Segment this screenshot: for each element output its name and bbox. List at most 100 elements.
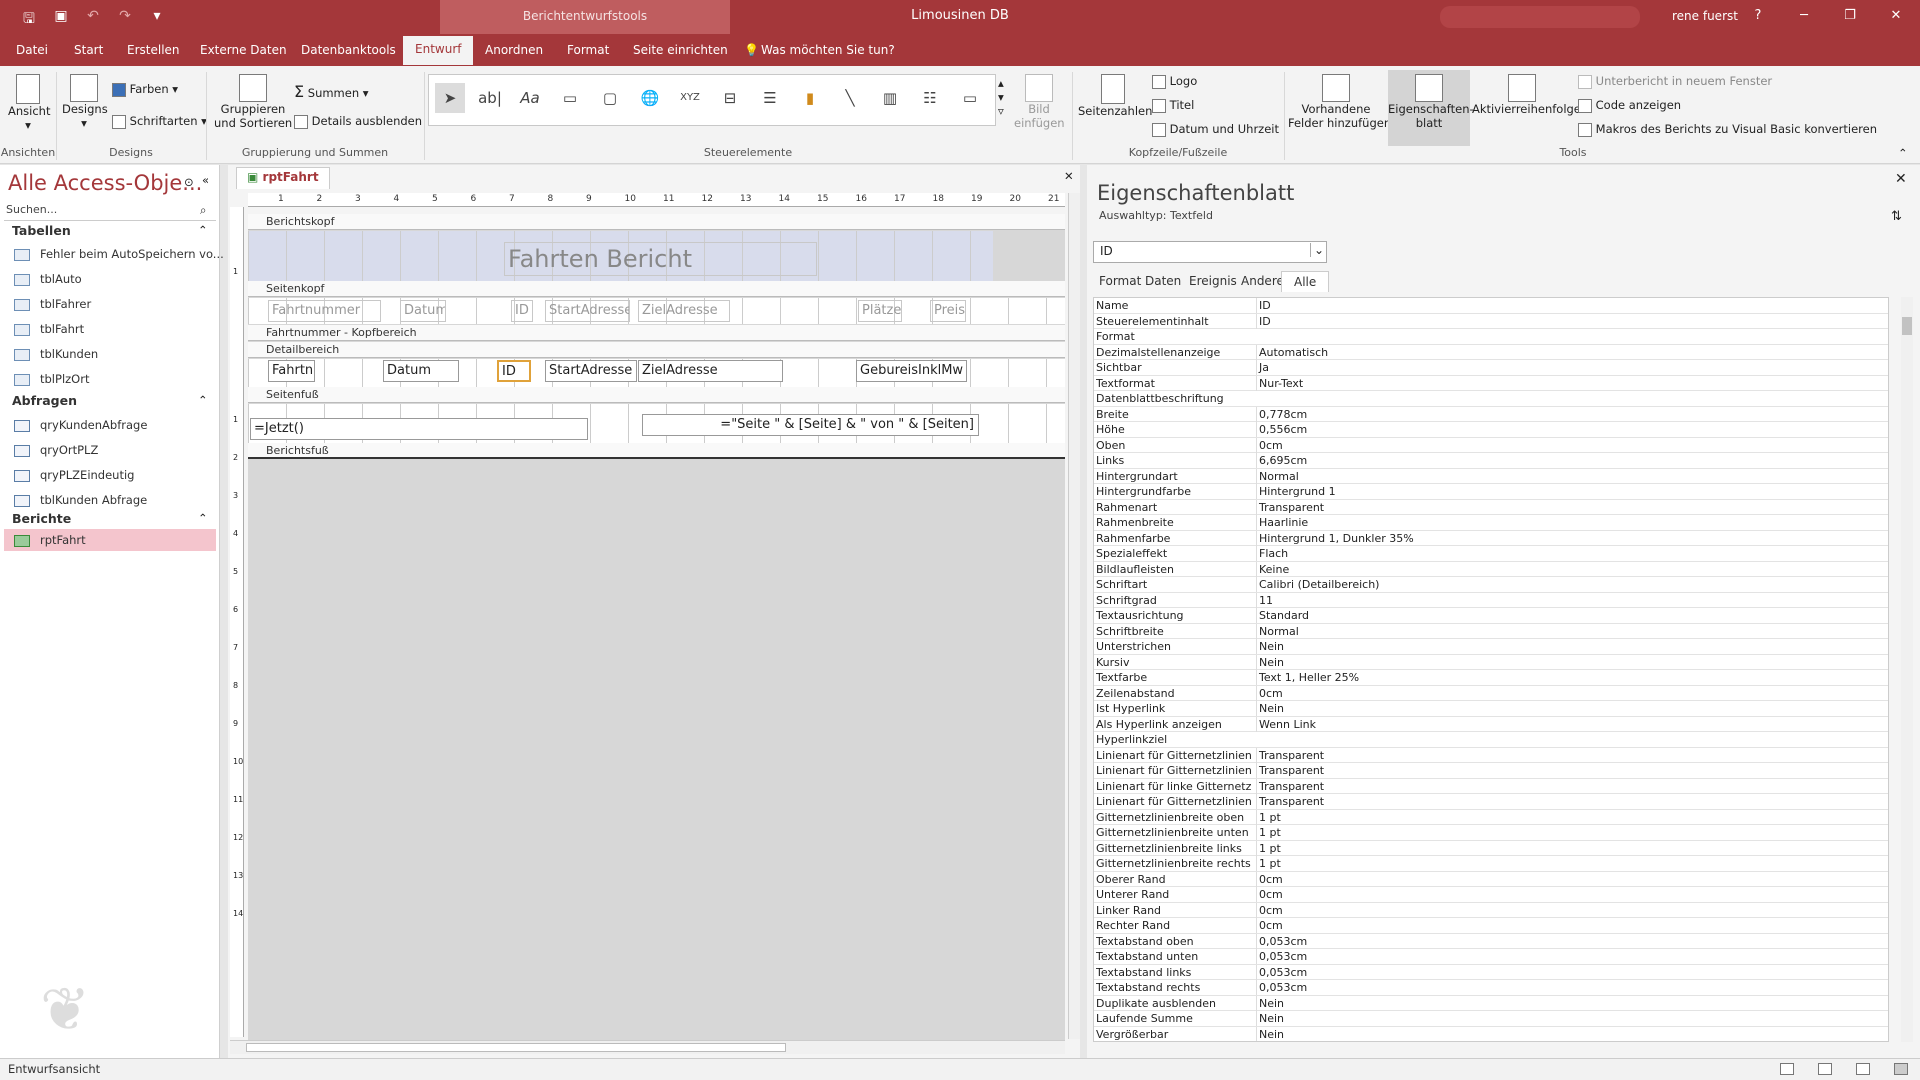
gallery-scroll-icon[interactable]: ▴ ▾ ▿ [998,76,1004,118]
property-value[interactable]: 1 pt [1256,856,1876,871]
tell-me-box[interactable]: Was möchten Sie tun? [761,40,895,60]
property-value[interactable]: 6,695cm [1256,453,1876,468]
option-group-icon[interactable]: XYZ [675,83,705,113]
select-pointer-icon[interactable]: ➤ [435,83,465,113]
horizontal-scrollbar[interactable] [230,1040,1065,1054]
property-row[interactable]: Gitternetzlinienbreite oben 1 pt [1094,809,1888,825]
tab-control-icon[interactable]: ▢ [595,83,625,113]
header-label-datum[interactable]: Datum [400,300,446,322]
nav-item-query[interactable]: qryPLZEindeutig [14,468,134,482]
tab-seite-einrichten[interactable]: Seite einrichten [633,40,728,60]
property-row[interactable]: Textabstand oben 0,053cm [1094,933,1888,949]
schriftarten-button[interactable]: Schriftarten ▾ [112,114,207,129]
property-row[interactable]: Linienart für Gitternetzlinien o Transpar… [1094,747,1888,763]
property-row[interactable]: Kursiv Nein [1094,654,1888,670]
property-scrollbar[interactable] [1901,297,1913,1042]
property-row[interactable]: Hintergrundart Normal [1094,468,1888,484]
makros-konvertieren-button[interactable]: Makros des Berichts zu Visual Basic konv… [1578,122,1877,137]
property-row[interactable]: Linienart für Gitternetzlinien re Transpa… [1094,794,1888,810]
property-value[interactable]: Transparent [1256,778,1876,794]
property-row[interactable]: Schriftbreite Normal [1094,623,1888,639]
nav-item-table[interactable]: tblKunden [14,347,98,361]
nav-item-query[interactable]: qryOrtPLZ [14,443,98,457]
header-label-fahrtnummer[interactable]: Fahrtnummer [268,300,381,322]
close-button[interactable]: ✕ [1874,0,1918,34]
property-row[interactable]: Oben 0cm [1094,437,1888,453]
property-value[interactable]: 0,556cm [1256,422,1876,437]
aktivierreihenfolge-button[interactable]: Aktivierreihenfolge [1472,74,1581,116]
property-value[interactable]: ID [1256,313,1876,329]
property-value[interactable]: 0,053cm [1256,964,1876,980]
property-scroll-thumb[interactable] [1902,317,1912,335]
logo-button[interactable]: Logo [1152,74,1197,89]
property-row[interactable]: Datenblattbeschriftung [1094,391,1888,407]
property-row[interactable]: Gitternetzlinienbreite rechts 1 pt [1094,856,1888,872]
undo-icon[interactable]: ↶ [84,8,102,32]
property-row[interactable]: Als Hyperlink anzeigen Wenn Link [1094,716,1888,732]
property-value[interactable]: ID [1256,298,1876,313]
property-row[interactable]: Steuerelementinhalt ID [1094,313,1888,329]
property-value[interactable]: 0cm [1256,871,1876,887]
footer-page-field[interactable]: ="Seite " & [Seite] & " von " & [Seiten] [642,414,979,436]
property-value[interactable]: Hintergrund 1, Dunkler 35% [1256,530,1876,546]
property-value[interactable]: Nein [1256,639,1876,654]
property-value[interactable]: Transparent [1256,747,1876,763]
property-row[interactable]: Hyperlinkziel [1094,732,1888,748]
nav-section-tabellen[interactable]: Tabellen [12,223,71,238]
dropdown-arrow-icon[interactable]: ⌄ [1309,243,1324,257]
property-value[interactable]: Flach [1256,546,1876,561]
farben-button[interactable]: Farben ▾ [112,82,178,97]
property-row[interactable]: Rahmenfarbe Hintergrund 1, Dunkler 35% [1094,530,1888,546]
unterbericht-button[interactable]: Unterbericht in neuem Fenster [1578,74,1772,89]
datum-uhrzeit-button[interactable]: Datum und Uhrzeit [1152,122,1279,137]
property-row[interactable]: Vergrößerbar Nein [1094,1026,1888,1041]
search-icon[interactable]: ⌕ [200,203,206,218]
property-value[interactable]: 0cm [1256,902,1876,918]
property-value[interactable]: 11 [1256,592,1876,608]
property-value[interactable]: Automatisch [1256,344,1876,360]
property-row[interactable]: Gitternetzlinienbreite links 1 pt [1094,840,1888,856]
nav-collapse-icon[interactable]: « [202,173,209,187]
property-row[interactable]: Rahmenbreite Haarlinie [1094,515,1888,531]
property-row[interactable]: Textfarbe Text 1, Heller 25% [1094,670,1888,686]
tab-start[interactable]: Start [74,40,103,60]
nav-item-query[interactable]: tblKunden Abfrage [14,493,147,507]
property-row[interactable]: Sichtbar Ja [1094,360,1888,376]
code-anzeigen-button[interactable]: Code anzeigen [1578,98,1681,113]
restore-button[interactable]: ❐ [1828,0,1872,34]
line-icon[interactable]: ╲ [835,83,865,113]
property-value[interactable]: 1 pt [1256,825,1876,840]
property-value[interactable]: 0,778cm [1256,406,1876,422]
property-row[interactable]: Textformat Nur-Text [1094,375,1888,391]
document-tab[interactable]: ▣ rptFahrt [236,167,330,189]
property-row[interactable]: Laufende Summe Nein [1094,1011,1888,1027]
header-label-zieladresse[interactable]: ZielAdresse [638,300,730,322]
report-title-label[interactable]: Fahrten Bericht [504,242,817,276]
ansicht-button[interactable]: Ansicht ▾ [8,74,50,132]
property-row[interactable]: Schriftgrad 11 [1094,592,1888,608]
field-gebuehr[interactable]: GebureisInklMw [856,360,967,382]
property-row[interactable]: Rechter Rand 0cm [1094,918,1888,934]
tab-anordnen[interactable]: Anordnen [485,40,543,60]
tab-datenbanktools[interactable]: Datenbanktools [301,40,396,60]
section-berichtsfuss[interactable]: Berichtsfuß [248,443,1065,459]
property-value[interactable]: Standard [1256,608,1876,623]
button-icon[interactable]: ▭ [555,83,585,113]
property-value[interactable]: Nein [1256,1011,1876,1026]
summen-button[interactable]: Σ Summen ▾ [294,82,369,101]
property-value[interactable]: Wenn Link [1256,716,1876,732]
nav-item-table[interactable]: tblPlzOrt [14,372,89,386]
property-value[interactable]: 0cm [1256,437,1876,453]
field-datum[interactable]: Datum [383,360,459,382]
property-value[interactable]: 0,053cm [1256,949,1876,964]
nav-item-query[interactable]: qryKundenAbfrage [14,418,147,432]
close-document-icon[interactable]: ✕ [1064,169,1074,183]
property-value[interactable]: Transparent [1256,794,1876,809]
property-value[interactable]: Hintergrund 1 [1256,484,1876,499]
page-break-icon[interactable]: ⊟ [715,83,745,113]
collapse-section-icon[interactable]: ⌃ [198,393,208,407]
property-value[interactable]: Nein [1256,995,1876,1011]
collapse-section-icon[interactable]: ⌃ [198,511,208,525]
section-seitenfuss[interactable]: Seitenfuß [248,387,1065,403]
property-value[interactable]: 1 pt [1256,809,1876,825]
